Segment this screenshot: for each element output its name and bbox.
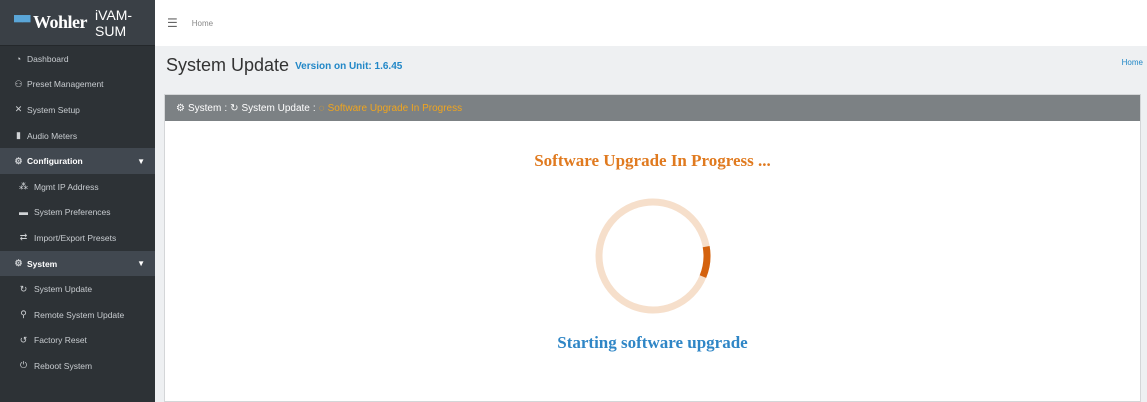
top-home-link[interactable]: Home [192, 19, 213, 28]
content-header: System Update Version on Unit: 1.6.45 Ho… [155, 46, 1147, 84]
product-name: iVAM-SUM [95, 6, 133, 39]
crumb-system-update: System Update [241, 102, 310, 114]
page-title: System Update [166, 54, 290, 75]
undo-icon: ↺ [19, 334, 28, 345]
crumb-separator: : [224, 102, 228, 114]
sidebar-item-remote-system-update[interactable]: ⚲ Remote System Update [0, 302, 155, 328]
crumb-separator: : [312, 102, 316, 114]
sidebar-item-label: Factory Reset [34, 335, 87, 346]
status-text: Starting software upgrade [557, 333, 748, 352]
refresh-icon: ↻ [19, 283, 28, 294]
sidebar-item-dashboard[interactable]: ◔ Dashboard [0, 46, 155, 72]
chevron-down-icon: ▼ [137, 156, 145, 166]
sidebar-item-label: Audio Meters [27, 130, 78, 141]
hamburger-menu-icon[interactable]: ☰ [167, 16, 178, 30]
sidebar: ▀▀ Wohler iVAM-SUM ◔ Dashboard ⚇ Preset … [0, 0, 155, 402]
topbar: ☰ Home [155, 0, 1147, 46]
sidebar-item-audio-meters[interactable]: ▮ Audio Meters [0, 123, 155, 149]
sidebar-item-system-preferences[interactable]: ▬ System Preferences [0, 200, 155, 226]
preset-icon: ⚇ [14, 78, 23, 89]
meters-icon: ▮ [16, 130, 21, 141]
tools-icon: ✕ [14, 104, 23, 115]
gear-icon: ⚙ [14, 155, 23, 166]
sidebar-item-label: System Update [34, 284, 93, 295]
gears-icon: ⚙ [14, 258, 23, 269]
swap-icon: ⇄ [19, 232, 28, 243]
update-card: ⚙ System : ↻ System Update : ◌ Software … [164, 94, 1141, 402]
chevron-down-icon: ▼ [137, 259, 145, 269]
progress-spinner [595, 198, 711, 314]
spinner-small-icon: ◌ [318, 102, 325, 114]
sidebar-item-system-setup[interactable]: ✕ System Setup [0, 97, 155, 123]
refresh-icon: ↻ [230, 102, 239, 114]
network-icon: ⁂ [19, 181, 28, 192]
sidebar-item-label: Preset Management [27, 79, 104, 90]
crumb-current: Software Upgrade In Progress [327, 102, 463, 114]
sidebar-item-reboot-system[interactable]: ⏻ Reboot System [0, 353, 155, 379]
sidebar-item-label: Remote System Update [34, 309, 125, 320]
sidebar-item-label: System Setup [27, 104, 80, 115]
crumb-system: System [187, 102, 222, 114]
sidebar-group-system[interactable]: ⚙ System ▼ [0, 250, 155, 277]
logo-mark-icon: ▀▀ [14, 15, 31, 29]
remote-icon: ⚲ [20, 309, 27, 320]
spinner-track [595, 198, 711, 314]
brand[interactable]: ▀▀ Wohler iVAM-SUM [0, 0, 155, 46]
spinner-arc [595, 198, 711, 314]
sidebar-item-label: Reboot System [34, 360, 93, 371]
sidebar-item-preset-management[interactable]: ⚇ Preset Management [0, 72, 155, 98]
sidebar-item-mgmt-ip-address[interactable]: ⁂ Mgmt IP Address [0, 174, 155, 200]
power-icon: ⏻ [19, 360, 28, 371]
sidebar-item-import-export-presets[interactable]: ⇄ Import/Export Presets [0, 225, 155, 251]
breadcrumb-home-link[interactable]: Home [1122, 58, 1143, 67]
sidebar-item-label: Import/Export Presets [34, 232, 117, 243]
sidebar-menu: ◔ Dashboard ⚇ Preset Management ✕ System… [0, 46, 155, 379]
dashboard-icon: ◔ [15, 53, 22, 64]
sidebar-item-label: Mgmt IP Address [34, 181, 99, 192]
sidebar-group-configuration[interactable]: ⚙ Configuration ▼ [0, 148, 155, 174]
version-label: Version on Unit: 1.6.45 [295, 61, 403, 72]
toggle-icon: ▬ [19, 207, 28, 218]
sidebar-group-label: Configuration [27, 156, 83, 167]
brand-logo: ▀▀ Wohler [14, 12, 88, 33]
sidebar-item-label: System Preferences [34, 207, 111, 218]
sidebar-item-label: Dashboard [27, 53, 69, 64]
sidebar-item-system-update[interactable]: ↻ System Update [0, 276, 155, 302]
gears-icon: ⚙ [176, 102, 185, 114]
progress-title: Software Upgrade In Progress ... [534, 151, 771, 170]
brand-logo-text: Wohler [33, 12, 88, 32]
sidebar-item-factory-reset[interactable]: ↺ Factory Reset [0, 328, 155, 354]
card-breadcrumb: ⚙ System : ↻ System Update : ◌ Software … [165, 95, 1140, 121]
sidebar-group-label: System [27, 258, 58, 269]
